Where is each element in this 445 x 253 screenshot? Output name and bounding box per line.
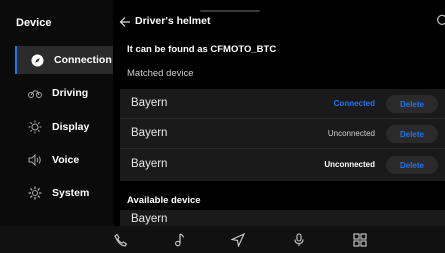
page-title: Driver's helmet <box>135 15 211 27</box>
device-name: Bayern <box>131 158 168 170</box>
sidebar-item-label: Driving <box>52 87 89 99</box>
sidebar-item-label: System <box>52 187 90 199</box>
main-panel: Driver's helmet It can be found as CFMOT… <box>113 0 445 226</box>
sidebar-item-system[interactable]: System <box>15 179 113 207</box>
compass-icon <box>30 53 44 67</box>
apps-grid-icon[interactable] <box>352 232 368 248</box>
delete-button[interactable]: Delete <box>386 125 438 143</box>
matched-device-list: Bayern Connected Delete Bayern Unconnect… <box>120 89 445 181</box>
device-name: Bayern <box>131 97 168 109</box>
device-status: Unconnected <box>324 160 375 169</box>
available-device-row[interactable]: Bayern <box>120 210 445 226</box>
delete-button[interactable]: Delete <box>386 95 438 113</box>
refresh-icon[interactable] <box>436 14 445 29</box>
pairing-hint: It can be found as CFMOTO_BTC <box>127 44 277 55</box>
available-device-heading: Available device <box>127 195 201 206</box>
device-row[interactable]: Bayern Connected Delete <box>120 89 445 119</box>
microphone-icon[interactable] <box>291 232 307 248</box>
bottom-nav-bar <box>0 226 445 253</box>
device-status: Connected <box>333 99 375 108</box>
sidebar-item-voice[interactable]: Voice <box>15 146 113 174</box>
sidebar-item-driving[interactable]: Driving <box>15 79 113 107</box>
speaker-icon <box>28 153 42 167</box>
gear-icon <box>28 186 42 200</box>
sidebar-title: Device <box>16 17 52 29</box>
sidebar-item-label: Display <box>52 121 90 133</box>
back-arrow-icon[interactable] <box>119 15 131 27</box>
device-row[interactable]: Bayern Unconnected Delete <box>120 119 445 149</box>
sidebar-item-connection[interactable]: Connection <box>15 46 113 74</box>
phone-icon[interactable] <box>113 232 129 248</box>
device-row[interactable]: Bayern Unconnected Delete <box>120 150 445 180</box>
row-divider <box>120 148 445 149</box>
device-status: Unconnected <box>327 129 375 138</box>
navigation-icon[interactable] <box>230 232 246 248</box>
motorcycle-icon <box>28 86 42 100</box>
device-name: Bayern <box>131 127 168 139</box>
delete-button[interactable]: Delete <box>386 156 438 174</box>
brightness-icon <box>28 120 42 134</box>
sidebar: Device Connection Driving Display Voice … <box>0 0 113 226</box>
sidebar-item-display[interactable]: Display <box>15 113 113 141</box>
matched-device-heading: Matched device <box>127 68 194 79</box>
music-icon[interactable] <box>171 232 187 248</box>
device-name: Bayern <box>131 213 168 225</box>
sidebar-item-label: Voice <box>52 154 80 166</box>
sidebar-item-label: Connection <box>54 54 112 66</box>
